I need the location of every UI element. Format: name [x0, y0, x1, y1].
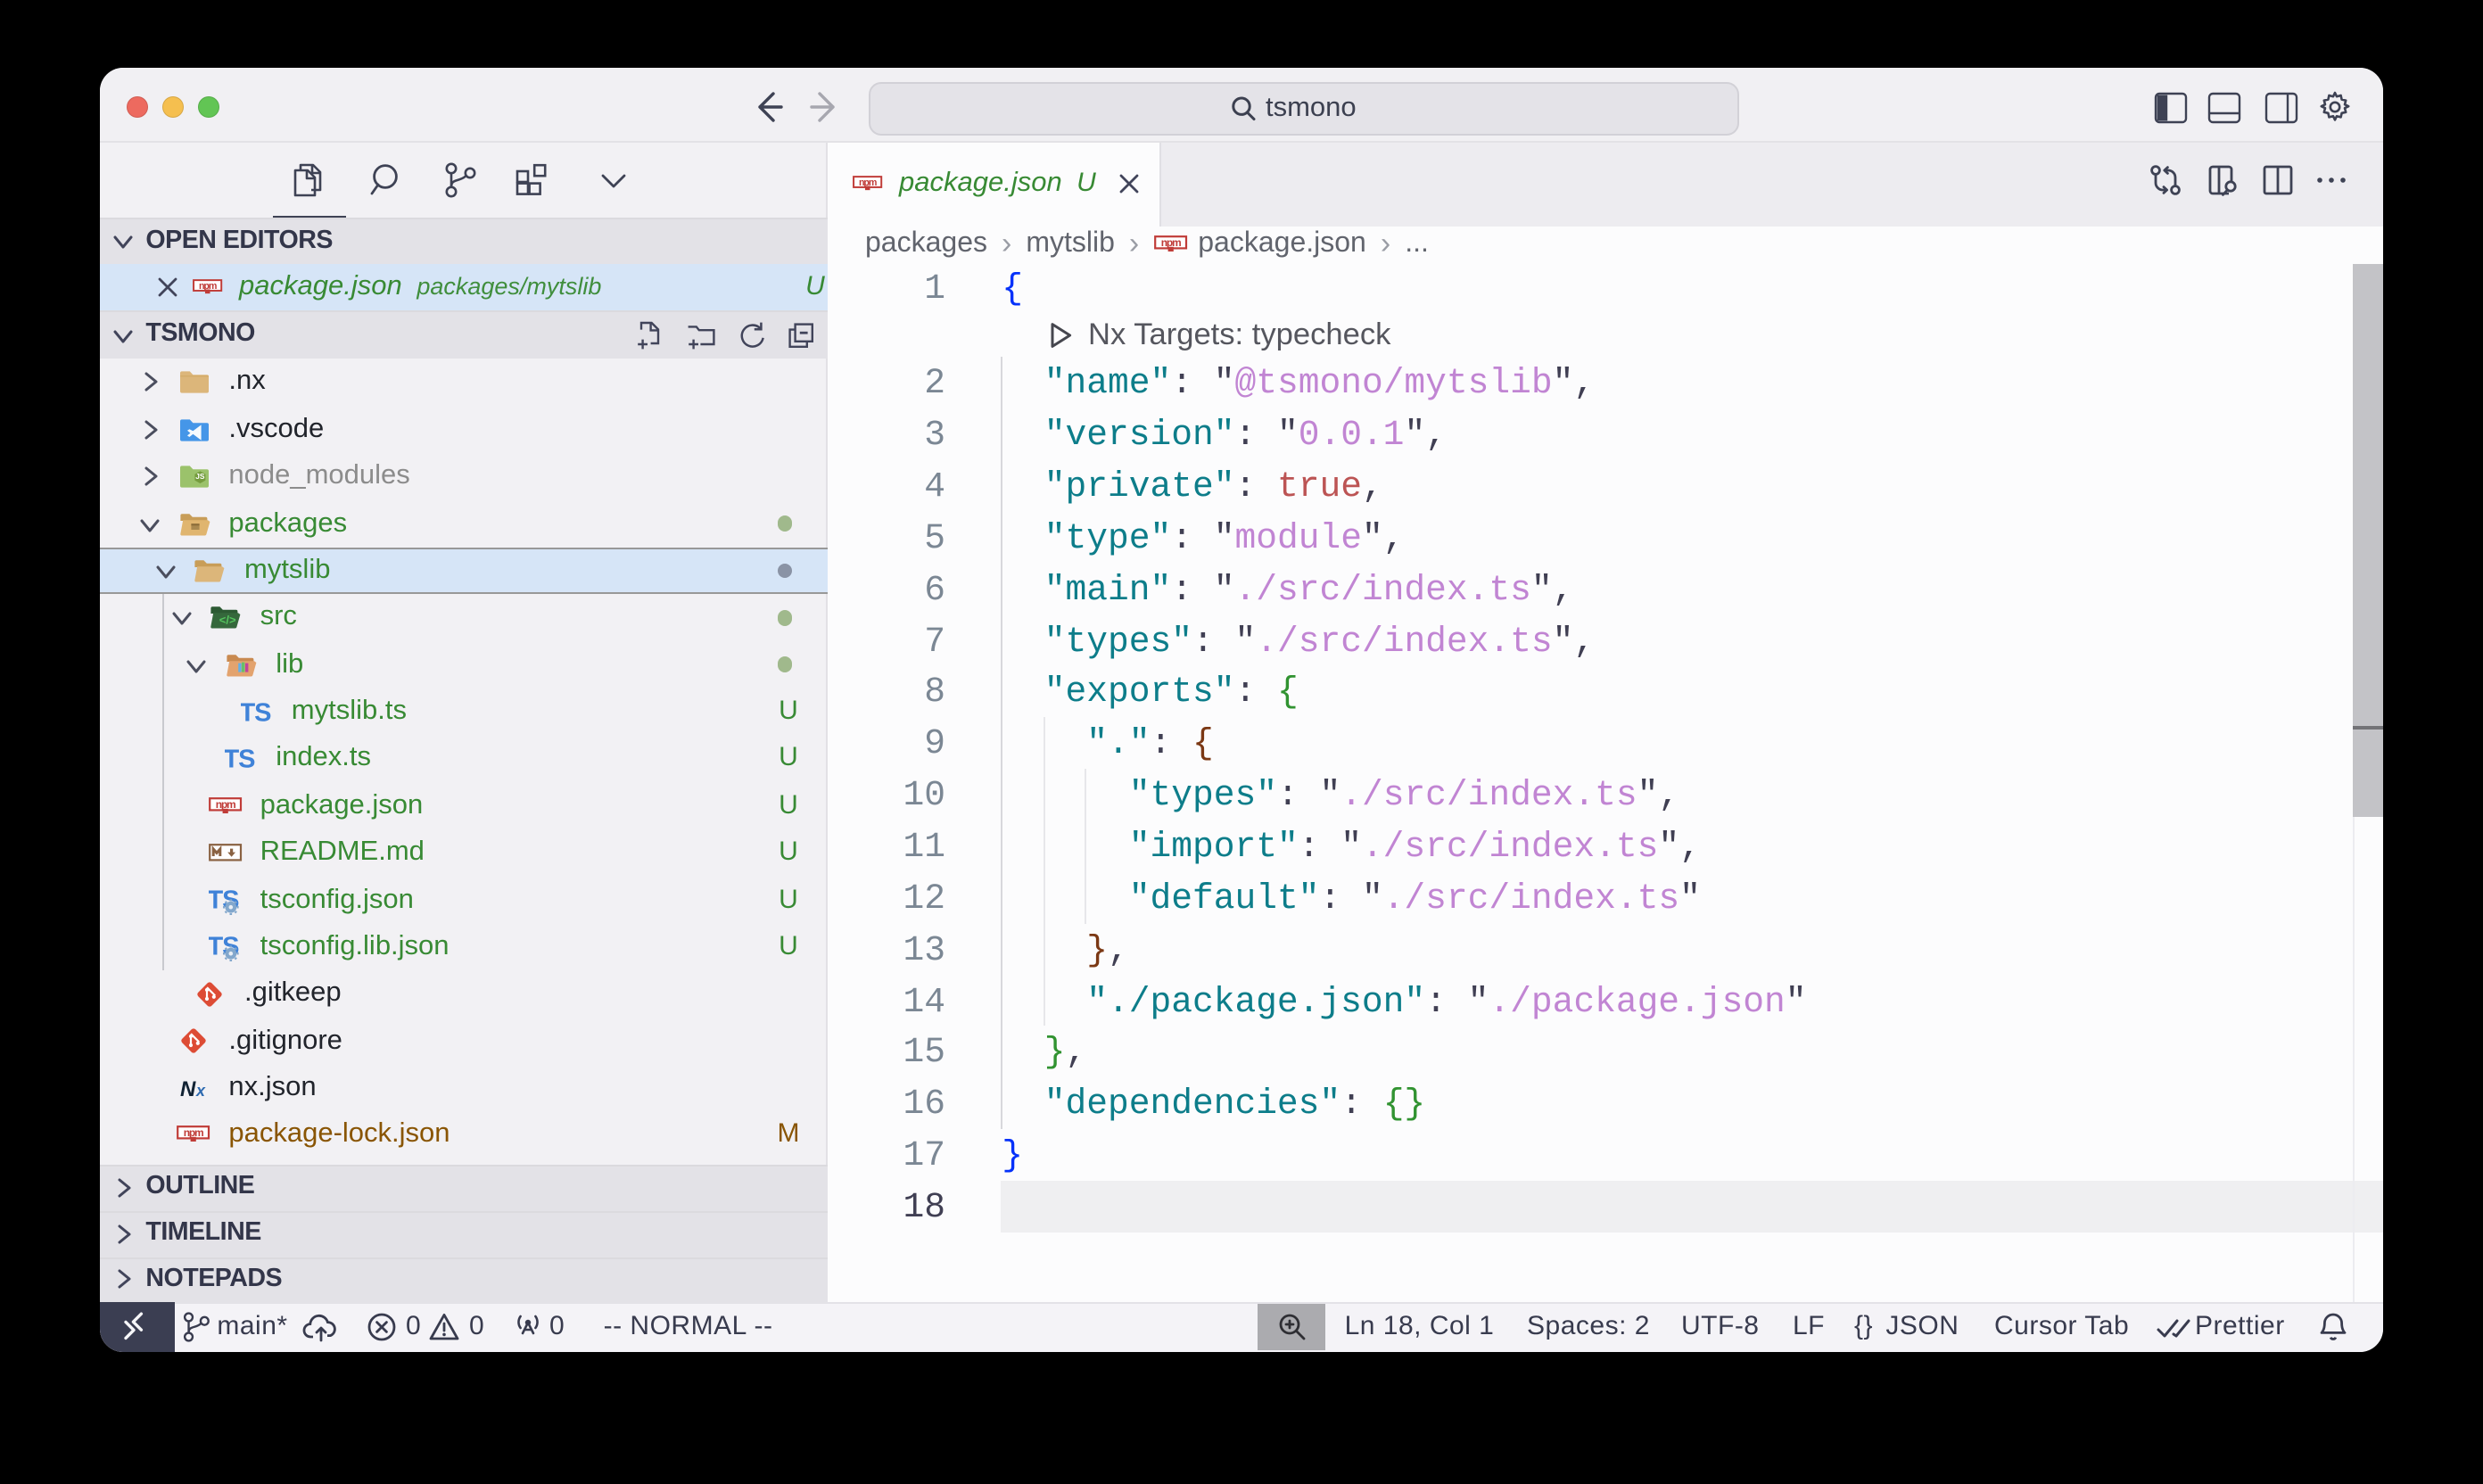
svg-text:</>: </> — [219, 614, 236, 627]
svg-text:TS: TS — [240, 698, 270, 727]
svg-text:JS: JS — [194, 473, 204, 482]
svg-text:npm: npm — [1160, 236, 1180, 249]
svg-text:TS: TS — [225, 745, 255, 773]
svg-text:npm: npm — [198, 281, 216, 292]
svg-text:npm: npm — [858, 177, 876, 188]
svg-text:N: N — [179, 1077, 195, 1101]
svg-text:npm: npm — [184, 1127, 203, 1140]
svg-text:npm: npm — [215, 798, 235, 811]
svg-text:x: x — [194, 1082, 205, 1100]
